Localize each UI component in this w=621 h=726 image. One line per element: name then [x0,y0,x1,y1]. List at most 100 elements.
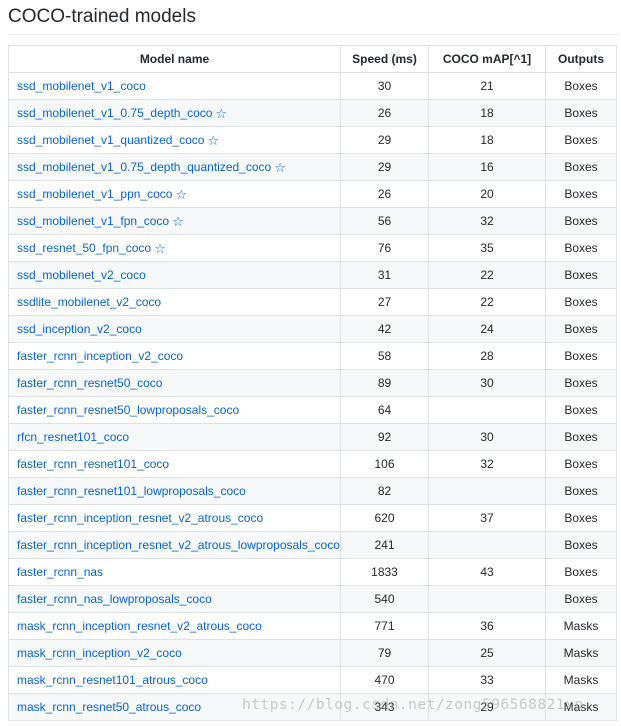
model-link[interactable]: ssd_mobilenet_v1_0.75_depth_coco [17,106,212,120]
speed-cell: 26 [340,99,429,127]
coco-map-cell: 18 [428,126,546,154]
speed-cell: 58 [340,342,429,370]
outputs-cell: Boxes [545,315,617,343]
table-row: faster_rcnn_nas_lowproposals_coco 540 Boxe… [8,585,617,613]
model-link[interactable]: ssdlite_mobilenet_v2_coco [17,295,161,309]
star-icon[interactable]: ☆ [207,134,219,147]
header-coco-map: COCO mAP[^1] [428,45,546,73]
model-link[interactable]: ssd_mobilenet_v1_ppn_coco [17,187,172,201]
model-name-cell: mask_rcnn_resnet50_atrous_coco [8,693,341,721]
header-outputs: Outputs [545,45,617,73]
coco-map-cell: 43 [428,558,546,586]
outputs-cell: Boxes [545,531,617,559]
model-link[interactable]: faster_rcnn_inception_resnet_v2_atrous_l… [17,538,340,552]
model-link[interactable]: ssd_mobilenet_v1_0.75_depth_quantized_co… [17,160,271,174]
table-row: faster_rcnn_inception_resnet_v2_atrous_c… [8,504,617,532]
speed-cell: 620 [340,504,429,532]
table-row: faster_rcnn_inception_v2_coco 58 28 Boxes [8,342,617,370]
model-link[interactable]: ssd_mobilenet_v1_fpn_coco [17,214,169,228]
speed-cell: 26 [340,180,429,208]
outputs-cell: Boxes [545,585,617,613]
model-link[interactable]: faster_rcnn_resnet101_lowproposals_coco [17,484,246,498]
model-link[interactable]: faster_rcnn_resnet50_lowproposals_coco [17,403,239,417]
model-link[interactable]: ssd_mobilenet_v1_quantized_coco [17,133,204,147]
table-row: ssd_inception_v2_coco 42 24 Boxes [8,315,617,343]
model-name-cell: rfcn_resnet101_coco [8,423,341,451]
model-link[interactable]: mask_rcnn_resnet101_atrous_coco [17,673,208,687]
header-speed: Speed (ms) [340,45,429,73]
speed-cell: 64 [340,396,429,424]
outputs-cell: Boxes [545,396,617,424]
table-row: mask_rcnn_resnet101_atrous_coco 470 33 Mask… [8,666,617,694]
coco-map-cell: 37 [428,504,546,532]
model-name-cell: ssdlite_mobilenet_v2_coco [8,288,341,316]
speed-cell: 27 [340,288,429,316]
model-link[interactable]: mask_rcnn_inception_resnet_v2_atrous_coc… [17,619,262,633]
model-name-cell: mask_rcnn_inception_resnet_v2_atrous_coc… [8,612,341,640]
coco-map-cell: 16 [428,153,546,181]
model-link[interactable]: mask_rcnn_inception_v2_coco [17,646,182,660]
outputs-cell: Boxes [545,72,617,100]
page-title: COCO-trained models [8,6,196,27]
star-icon[interactable]: ☆ [172,215,184,228]
model-name-cell: ssd_mobilenet_v1_coco [8,72,341,100]
speed-cell: 771 [340,612,429,640]
model-name-cell: ssd_mobilenet_v2_coco [8,261,341,289]
table-row: mask_rcnn_inception_resnet_v2_atrous_coc… [8,612,617,640]
outputs-cell: Boxes [545,234,617,262]
star-icon[interactable]: ☆ [175,188,187,201]
table-row: ssd_resnet_50_fpn_coco ☆ 76 35 Boxes [8,234,617,262]
title-divider [8,34,618,35]
table-row: ssd_mobilenet_v1_quantized_coco ☆ 29 18 Boxe… [8,126,617,154]
model-link[interactable]: rfcn_resnet101_coco [17,430,129,444]
outputs-cell: Masks [545,666,617,694]
model-link[interactable]: faster_rcnn_resnet50_coco [17,376,162,390]
model-name-cell: faster_rcnn_inception_resnet_v2_atrous_l… [8,531,341,559]
model-name-cell: ssd_mobilenet_v1_quantized_coco ☆ [8,126,341,154]
outputs-cell: Boxes [545,207,617,235]
table-row: ssd_mobilenet_v1_fpn_coco ☆ 56 32 Boxes [8,207,617,235]
model-name-cell: faster_rcnn_nas_lowproposals_coco [8,585,341,613]
speed-cell: 76 [340,234,429,262]
model-name-cell: mask_rcnn_resnet101_atrous_coco [8,666,341,694]
table-body: ssd_mobilenet_v1_coco 30 21 Boxes ssd_mobile… [8,72,617,721]
table-row: ssd_mobilenet_v1_ppn_coco ☆ 26 20 Boxes [8,180,617,208]
model-name-cell: faster_rcnn_inception_v2_coco [8,342,341,370]
outputs-cell: Boxes [545,126,617,154]
star-icon[interactable]: ☆ [215,107,227,120]
coco-map-cell [428,477,546,505]
model-link[interactable]: faster_rcnn_nas [17,565,103,579]
model-link[interactable]: faster_rcnn_nas_lowproposals_coco [17,592,212,606]
model-name-cell: ssd_mobilenet_v1_0.75_depth_quantized_co… [8,153,341,181]
table-row: faster_rcnn_resnet101_lowproposals_coco 8… [8,477,617,505]
star-icon[interactable]: ☆ [274,161,286,174]
coco-map-cell: 30 [428,423,546,451]
model-link[interactable]: ssd_mobilenet_v1_coco [17,79,146,93]
model-link[interactable]: faster_rcnn_resnet101_coco [17,457,169,471]
model-link[interactable]: ssd_mobilenet_v2_coco [17,268,146,282]
speed-cell: 470 [340,666,429,694]
speed-cell: 343 [340,693,429,721]
model-link[interactable]: ssd_inception_v2_coco [17,322,142,336]
model-link[interactable]: faster_rcnn_inception_v2_coco [17,349,183,363]
outputs-cell: Boxes [545,180,617,208]
coco-map-cell: 32 [428,207,546,235]
speed-cell: 540 [340,585,429,613]
model-link[interactable]: mask_rcnn_resnet50_atrous_coco [17,700,201,714]
model-name-cell: faster_rcnn_resnet50_lowproposals_coco [8,396,341,424]
outputs-cell: Boxes [545,153,617,181]
header-model-name: Model name [8,45,341,73]
coco-map-cell: 20 [428,180,546,208]
outputs-cell: Masks [545,612,617,640]
outputs-cell: Boxes [545,261,617,289]
coco-map-cell: 30 [428,369,546,397]
model-link[interactable]: ssd_resnet_50_fpn_coco [17,241,151,255]
table-row: ssdlite_mobilenet_v2_coco 27 22 Boxes [8,288,617,316]
speed-cell: 1833 [340,558,429,586]
model-name-cell: mask_rcnn_inception_v2_coco [8,639,341,667]
model-link[interactable]: faster_rcnn_inception_resnet_v2_atrous_c… [17,511,263,525]
star-icon[interactable]: ☆ [154,242,166,255]
coco-map-cell: 21 [428,72,546,100]
outputs-cell: Boxes [545,342,617,370]
outputs-cell: Boxes [545,477,617,505]
